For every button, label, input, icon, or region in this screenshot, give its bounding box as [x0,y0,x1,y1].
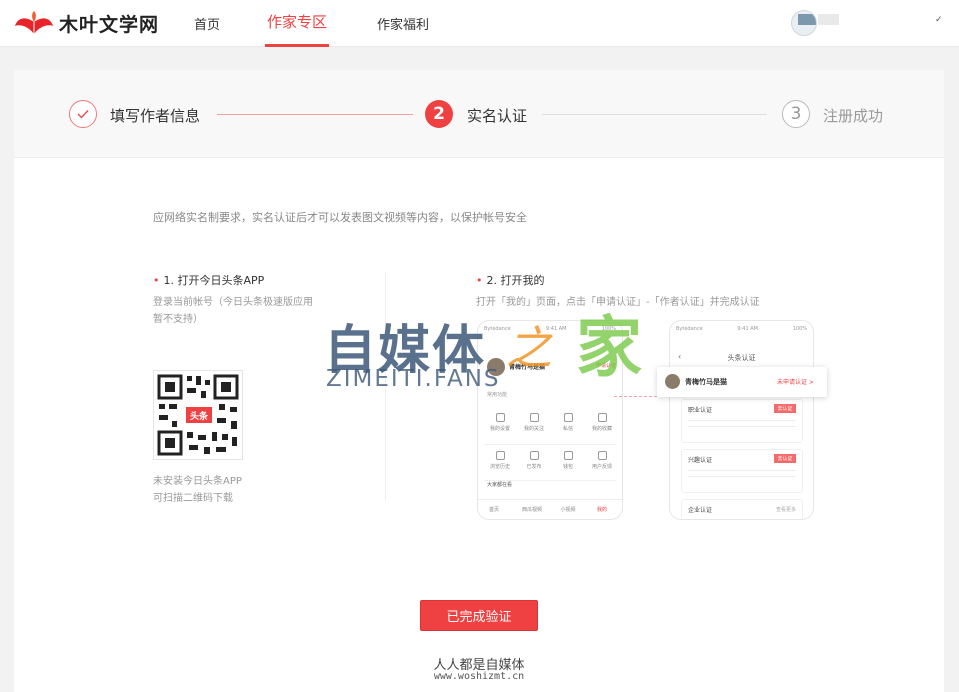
settings-icon [495,413,505,422]
section-1-foot: 未安装今日头条APP 可扫描二维码下载 [153,473,242,507]
section-divider [385,272,386,500]
watermark-domain: ZIMEITI.FANS [326,366,501,392]
step-2-label: 实名认证 [467,107,528,125]
grid-item: 我的关注 [520,413,548,432]
cert-apply-button: 去认证 [774,404,796,413]
feedback-icon [597,451,607,460]
cert-apply-button: 去认证 [774,454,796,463]
cert-desc-lines [688,467,796,480]
section-2-title: • 2. 打开我的 [476,272,545,288]
qr-code: 头条 [153,370,243,460]
grid-item: 钱包 [554,451,582,470]
cert-card: 职业认证 去认证 [681,399,803,443]
phone-tab-bar: 首页 西瓜视频 小视频 我的 [478,499,622,519]
check-icon [69,100,97,128]
top-nav: 木叶文学网 首页 作家专区 作家福利 ✓ [0,0,959,47]
verification-card: 填写作者信息 2 实名认证 3 注册成功 应网络实名制要求，实名认证后才可以发表… [14,70,944,692]
cert-card: 企业认证 查看更多 [681,499,803,519]
wallet-icon [563,451,573,460]
section-1-title: • 1. 打开今日头条APP [153,272,264,288]
tab-short-video: 小视频 [560,507,576,513]
tab-mine: 我的 [596,507,607,513]
popup-username: 青梅竹马是猫 [685,378,727,386]
function-grid-row: 浏览历史 已发布 钱包 用户反馈 [484,445,616,481]
step-3-label: 注册成功 [823,107,884,125]
grid-item: 私信 [554,413,582,432]
cert-title: 企业认证 [688,507,713,514]
carrier-text: Bytedance [676,326,703,332]
site-name: 木叶文学网 [59,13,160,36]
profile-avatar [487,358,505,376]
step-3-number: 3 [782,100,810,128]
common-functions-label: 常用功能 [487,392,508,398]
cert-card: 兴趣认证 去认证 [681,449,803,493]
popup-apply-link: 未申请认证 > [777,379,814,386]
step-connector-1 [217,114,413,115]
star-icon [597,413,607,422]
tab-video: 西瓜视频 [521,507,542,513]
trending-label: 大家都在看 [487,482,513,488]
cert-more-link: 查看更多 [775,507,796,513]
step-1-label: 填写作者信息 [110,107,201,125]
phone-mock-profile: Bytedance 9:41 AM 100% 青梅竹马是猫 申请认证 常用功能 … [477,320,623,520]
realname-notice: 应网络实名制要求，实名认证后才可以发表图文视频等内容，以保护帐号安全 [153,211,527,224]
nav-writer-zone[interactable]: 作家专区 [267,11,327,32]
user-avatar[interactable] [791,10,817,36]
phone-status-bar: Bytedance 9:41 AM 100% [676,326,807,332]
carrier-text: Bytedance [484,326,511,332]
watermark-text: 自媒体 [324,321,487,381]
phone-mock-cert: Bytedance 9:41 AM 100% ‹ 头条认证 职业认证 去认证 兴… [669,320,814,520]
cert-desc-lines [688,417,796,430]
cert-title: 职业认证 [688,407,713,414]
section-1-foot-line: 可扫描二维码下载 [153,493,233,504]
profile-username: 青梅竹马是猫 [509,364,546,371]
nav-writer-benefits[interactable]: 作家福利 [377,14,429,33]
section-1-desc-line: 登录当前帐号（今日头条极速版应用 [153,297,313,308]
history-icon [495,451,505,460]
phone-status-bar: Bytedance 9:41 AM 100% [484,326,616,332]
book-logo-icon [15,11,53,34]
section-1-foot-line: 未安装今日头条APP [153,476,242,487]
section-2-desc: 打开「我的」页面，点击「申请认证」-「作者认证」并完成认证 [476,297,760,308]
time-text: 9:41 AM [545,326,567,332]
nav-home[interactable]: 首页 [194,14,220,33]
function-grid-row: 我的设置 我的关注 私信 我的收藏 [484,407,616,445]
step-connector-2 [542,114,767,115]
step-progress: 填写作者信息 2 实名认证 3 注册成功 [14,70,944,158]
cert-title: 兴趣认证 [688,457,713,464]
section-2-title-text: 2. 打开我的 [486,274,545,287]
section-1-title-text: 1. 打开今日头条APP [163,274,265,287]
grid-item: 已发布 [520,451,548,470]
section-1-desc-line: 暂不支持） [153,314,203,325]
follow-icon [529,413,539,422]
time-text: 9:41 AM [737,326,758,332]
grid-item: 浏览历史 [486,451,514,470]
grid-item: 我的设置 [486,413,514,432]
message-icon [563,413,573,422]
cert-page-title: 头条认证 [727,354,756,362]
apply-cert-link: 申请认证 [596,363,617,369]
toutiao-badge: 头条 [186,407,212,423]
site-logo[interactable]: 木叶文学网 [14,8,159,38]
tab-home: 首页 [488,507,499,513]
user-name-placeholder[interactable] [818,14,839,25]
bullet-dot: • [153,274,160,287]
chevron-down-icon[interactable]: ✓ [935,15,943,25]
footer-url: www.woshizmt.cn [433,671,525,682]
nav-active-underline [265,44,329,47]
highlight-popup: 青梅竹马是猫 未申请认证 > [657,367,827,397]
grid-item: 用户反馈 [588,451,616,470]
section-1-desc: 登录当前帐号（今日头条极速版应用 暂不支持） [153,294,313,328]
publish-icon [529,451,539,460]
step-2-number: 2 [425,100,453,128]
battery-text: 100% [601,326,616,332]
bullet-dot: • [476,274,483,287]
grid-item: 我的收藏 [588,413,616,432]
complete-verification-button[interactable]: 已完成验证 [420,600,538,631]
popup-avatar [665,374,680,389]
battery-text: 100% [792,326,807,332]
